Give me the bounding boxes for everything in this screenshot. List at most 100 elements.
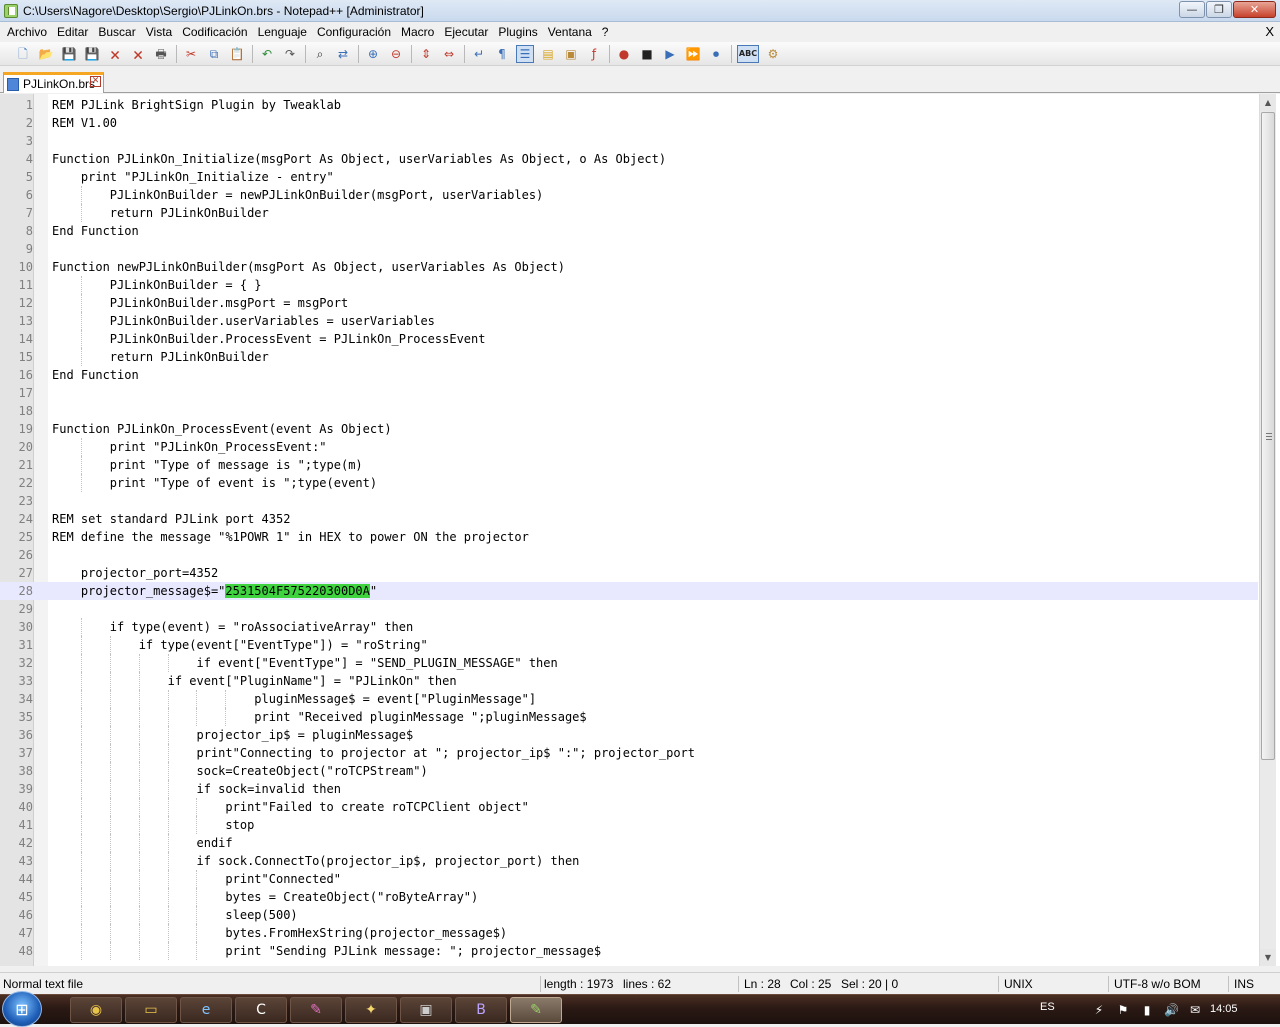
scroll-down-button[interactable]: ▼ <box>1260 949 1276 966</box>
redo-icon[interactable]: ↷ <box>281 45 299 63</box>
code-line[interactable]: 15 return PJLinkOnBuilder <box>0 348 1258 366</box>
open-file-icon[interactable]: 📂 <box>37 45 55 63</box>
menu-vista[interactable]: Vista <box>141 25 177 39</box>
menu-ejecutar[interactable]: Ejecutar <box>439 25 493 39</box>
copy-icon[interactable]: ⧉ <box>205 45 223 63</box>
code-line[interactable]: 8 End Function <box>0 222 1258 240</box>
replace-icon[interactable]: ⇄ <box>334 45 352 63</box>
code-line[interactable]: 3 <box>0 132 1258 150</box>
code-line[interactable]: 41 stop <box>0 816 1258 834</box>
chrome-taskbar-icon[interactable]: ◉ <box>70 997 122 1023</box>
code-line[interactable]: 28 projector_message$="2531504F575220300… <box>0 582 1258 600</box>
user-language-icon[interactable]: ▤ <box>539 45 557 63</box>
code-line[interactable]: 19 Function PJLinkOn_ProcessEvent(event A… <box>0 420 1258 438</box>
power-icon[interactable]: ⚡ <box>1092 1003 1106 1017</box>
menu-lenguaje[interactable]: Lenguaje <box>253 25 312 39</box>
menu-codificacion[interactable]: Codificación <box>177 25 252 39</box>
menu-macro[interactable]: Macro <box>396 25 439 39</box>
clock[interactable]: 14:05 <box>1210 1003 1238 1015</box>
code-line[interactable]: 1 REM PJLink BrightSign Plugin by Tweakla… <box>0 96 1258 114</box>
code-line[interactable]: 29 <box>0 600 1258 618</box>
code-line[interactable]: 48 print "Sending PJLink message: "; pro… <box>0 942 1258 960</box>
code-line[interactable]: 31 if type(event["EventType"]) = "roStri… <box>0 636 1258 654</box>
code-line[interactable]: 37 print"Connecting to projector at "; p… <box>0 744 1258 762</box>
indent-guide-icon[interactable]: ☰ <box>516 44 534 63</box>
code-line[interactable]: 42 endif <box>0 834 1258 852</box>
code-line[interactable]: 23 <box>0 492 1258 510</box>
minimize-button[interactable]: — <box>1179 1 1205 18</box>
code-line[interactable]: 35 print "Received pluginMessage ";plugi… <box>0 708 1258 726</box>
menu-archivo[interactable]: Archivo <box>2 25 52 39</box>
run-macro-multiple-icon[interactable]: ⏩ <box>684 45 702 63</box>
show-all-chars-icon[interactable]: ¶ <box>493 45 511 63</box>
code-line[interactable]: 5 print "PJLinkOn_Initialize - entry" <box>0 168 1258 186</box>
menu-buscar[interactable]: Buscar <box>93 25 140 39</box>
sync-horizontal-icon[interactable]: ⇔ <box>440 45 458 63</box>
save-all-icon[interactable]: 💾 <box>83 45 101 63</box>
start-button[interactable]: ⊞ <box>2 991 42 1027</box>
scroll-up-button[interactable]: ▲ <box>1260 94 1276 111</box>
ie-taskbar-icon[interactable]: e <box>180 997 232 1023</box>
sync-vertical-icon[interactable]: ⇕ <box>417 45 435 63</box>
language-indicator[interactable]: ES <box>1040 1001 1055 1013</box>
code-line[interactable]: 4 Function PJLinkOn_Initialize(msgPort As… <box>0 150 1258 168</box>
paste-icon[interactable]: 📋 <box>228 45 246 63</box>
tab-close-icon[interactable]: ✕ <box>90 76 101 87</box>
code-line[interactable]: 30 if type(event) = "roAssociativeArray"… <box>0 618 1258 636</box>
stop-macro-icon[interactable]: ■ <box>638 45 656 63</box>
code-line[interactable]: 33 if event["PluginName"] = "PJLinkOn" t… <box>0 672 1258 690</box>
code-line[interactable]: 17 <box>0 384 1258 402</box>
app-c-taskbar-icon[interactable]: C <box>235 997 287 1023</box>
app-pen-taskbar-icon[interactable]: ✎ <box>290 997 342 1023</box>
code-line[interactable]: 47 bytes.FromHexString(projector_message… <box>0 924 1258 942</box>
code-line[interactable]: 38 sock=CreateObject("roTCPStream") <box>0 762 1258 780</box>
messages-icon[interactable]: ✉ <box>1188 1003 1202 1017</box>
menu-plugins[interactable]: Plugins <box>493 25 542 39</box>
find-icon[interactable]: ⌕ <box>311 45 329 63</box>
word-wrap-icon[interactable]: ↵ <box>470 45 488 63</box>
scroll-thumb[interactable] <box>1261 112 1275 760</box>
record-macro-icon[interactable]: ● <box>615 45 633 63</box>
code-line[interactable]: 46 sleep(500) <box>0 906 1258 924</box>
code-line[interactable]: 24 REM set standard PJLink port 4352 <box>0 510 1258 528</box>
menu-editar[interactable]: Editar <box>52 25 93 39</box>
cut-icon[interactable]: ✂ <box>182 45 200 63</box>
close-button[interactable]: ✕ <box>1233 1 1276 18</box>
play-macro-icon[interactable]: ▶ <box>661 45 679 63</box>
app-star-taskbar-icon[interactable]: ✦ <box>345 997 397 1023</box>
close-file-icon[interactable]: 🗙 <box>106 45 124 63</box>
code-line[interactable]: 34 pluginMessage$ = event["PluginMessage… <box>0 690 1258 708</box>
code-line[interactable]: 32 if event["EventType"] = "SEND_PLUGIN_… <box>0 654 1258 672</box>
code-line[interactable]: 14 PJLinkOnBuilder.ProcessEvent = PJLink… <box>0 330 1258 348</box>
code-line[interactable]: 7 return PJLinkOnBuilder <box>0 204 1258 222</box>
tab-pjlinkon[interactable]: PJLinkOn.brs ✕ <box>3 72 104 93</box>
notepadpp-taskbar-icon[interactable]: ✎ <box>510 997 562 1023</box>
code-editor[interactable]: 1 REM PJLink BrightSign Plugin by Tweakla… <box>0 94 1280 966</box>
code-line[interactable]: 6 PJLinkOnBuilder = newPJLinkOnBuilder(m… <box>0 186 1258 204</box>
menu-help[interactable]: ? <box>597 25 614 39</box>
menu-ventana[interactable]: Ventana <box>543 25 597 39</box>
print-icon[interactable]: 🖶 <box>152 45 170 63</box>
code-line[interactable]: 45 bytes = CreateObject("roByteArray") <box>0 888 1258 906</box>
code-line[interactable]: 43 if sock.ConnectTo(projector_ip$, proj… <box>0 852 1258 870</box>
code-line[interactable]: 27 projector_port=4352 <box>0 564 1258 582</box>
new-file-icon[interactable]: 🗋 <box>14 45 32 63</box>
zoom-out-icon[interactable]: ⊖ <box>387 45 405 63</box>
volume-icon[interactable]: 🔊 <box>1164 1003 1179 1017</box>
code-line[interactable]: 12 PJLinkOnBuilder.msgPort = msgPort <box>0 294 1258 312</box>
code-line[interactable]: 2 REM V1.00 <box>0 114 1258 132</box>
save-macro-icon[interactable]: ⏺ <box>707 45 725 63</box>
code-line[interactable]: 10 Function newPJLinkOnBuilder(msgPort As… <box>0 258 1258 276</box>
app-ba-taskbar-icon[interactable]: B <box>455 997 507 1023</box>
action-center-icon[interactable]: ⚑ <box>1116 1003 1130 1017</box>
code-line[interactable]: 20 print "PJLinkOn_ProcessEvent:" <box>0 438 1258 456</box>
maximize-button[interactable]: ❐ <box>1206 1 1232 18</box>
code-line[interactable]: 36 projector_ip$ = pluginMessage$ <box>0 726 1258 744</box>
code-line[interactable]: 11 PJLinkOnBuilder = { } <box>0 276 1258 294</box>
plugin-icon[interactable]: ⚙ <box>764 45 782 63</box>
spell-check-icon[interactable]: ABC <box>737 44 759 63</box>
network-icon[interactable]: ▮ <box>1140 1003 1154 1017</box>
save-icon[interactable]: 💾 <box>60 45 78 63</box>
code-line[interactable]: 18 <box>0 402 1258 420</box>
code-line[interactable]: 26 <box>0 546 1258 564</box>
